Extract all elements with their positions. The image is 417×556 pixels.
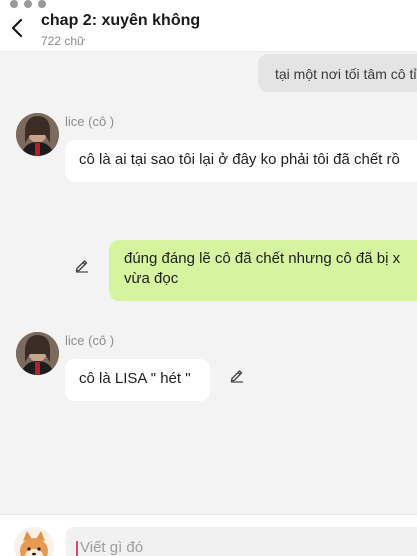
pencil-icon bbox=[75, 260, 88, 273]
message-bubble-incoming[interactable]: cô là ai tại sao tôi lại ở đây ko phải t… bbox=[65, 140, 417, 182]
text-caret bbox=[76, 541, 78, 556]
message-text-line: đúng đáng lẽ cô đã chết nhưng cô đã bị x bbox=[124, 250, 401, 267]
avatar-image bbox=[16, 113, 59, 156]
sender-name: lice (cô ) bbox=[65, 333, 115, 348]
message-bubble-outgoing[interactable]: tại một nơi tối tâm cô tỉ bbox=[258, 54, 417, 92]
message-list: tại một nơi tối tâm cô tỉ lice (cô ) cô … bbox=[0, 52, 417, 514]
message-text: cô là LISA " hét " bbox=[79, 370, 191, 387]
word-count: 722 chữ bbox=[41, 34, 86, 48]
message-text: tại một nơi tối tâm cô tỉ bbox=[275, 66, 417, 82]
character-avatar[interactable] bbox=[14, 527, 54, 556]
chapter-title: chap 2: xuyên không bbox=[41, 12, 201, 29]
avatar[interactable] bbox=[16, 113, 59, 156]
chevron-left-icon bbox=[11, 18, 23, 38]
message-text-line: vừa đọc bbox=[124, 270, 179, 287]
sender-name: lice (cô ) bbox=[65, 114, 115, 129]
message-bubble-incoming[interactable]: cô là LISA " hét " bbox=[65, 359, 210, 401]
back-button[interactable] bbox=[6, 16, 28, 40]
edit-message-button[interactable] bbox=[72, 255, 92, 275]
message-input[interactable] bbox=[66, 527, 417, 556]
avatar[interactable] bbox=[16, 332, 59, 375]
shiba-avatar-image bbox=[14, 527, 54, 556]
edit-message-button[interactable] bbox=[227, 365, 247, 385]
message-bubble-outgoing[interactable]: đúng đáng lẽ cô đã chết nhưng cô đã bị x… bbox=[109, 240, 417, 301]
top-bar: chap 2: xuyên không 722 chữ bbox=[0, 0, 417, 52]
message-composer bbox=[0, 514, 417, 556]
chat-screen: chap 2: xuyên không 722 chữ tại một nơi … bbox=[0, 0, 417, 556]
pencil-icon bbox=[230, 370, 243, 383]
avatar-image bbox=[16, 332, 59, 375]
message-text: cô là ai tại sao tôi lại ở đây ko phải t… bbox=[79, 151, 400, 168]
status-bar-icons bbox=[10, 0, 90, 8]
